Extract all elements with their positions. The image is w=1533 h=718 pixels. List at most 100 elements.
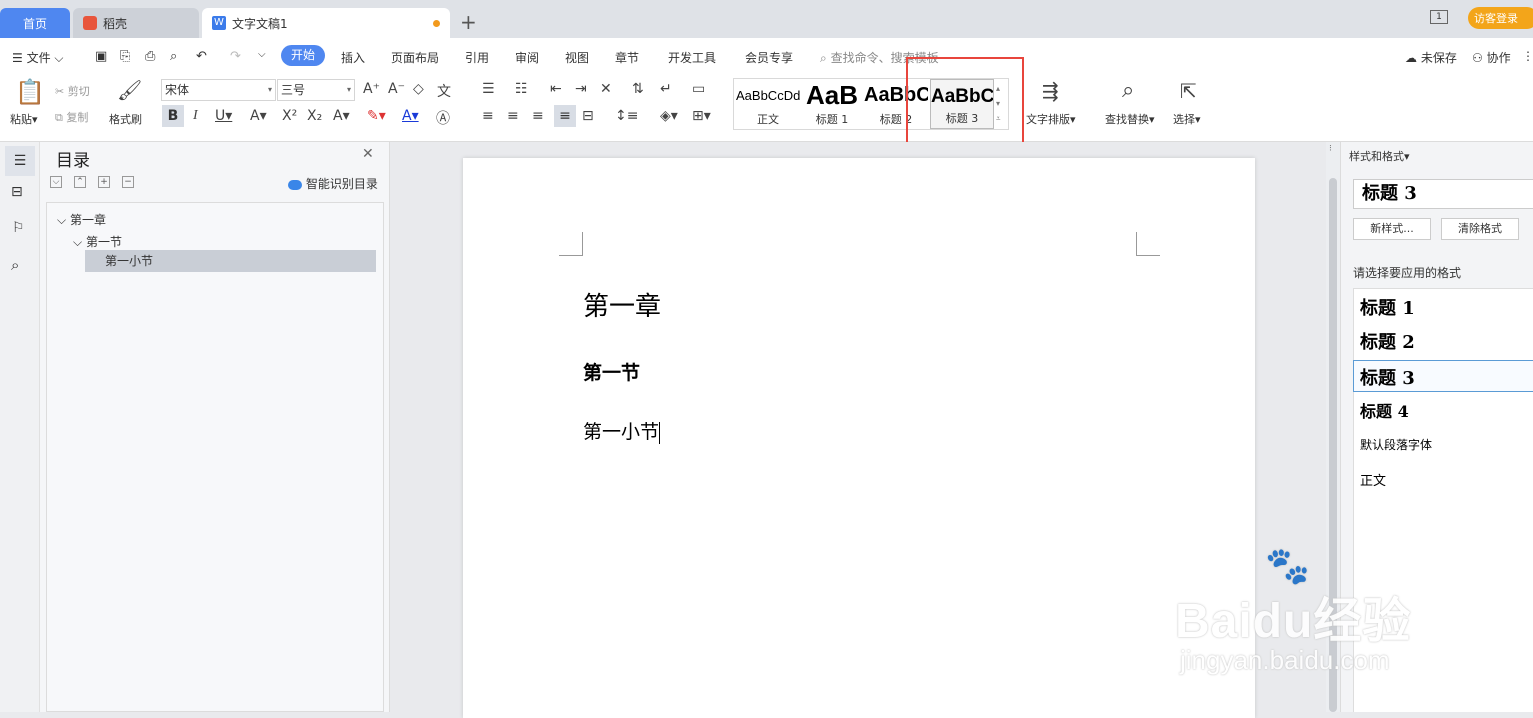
style-heading1[interactable]: AaB 标题 1 bbox=[801, 79, 863, 129]
export-icon[interactable]: ⎘ bbox=[120, 49, 130, 64]
menu-start[interactable]: 开始 bbox=[281, 45, 325, 66]
find-replace-button[interactable]: 查找替换▾ bbox=[1105, 111, 1155, 127]
clear-format-button[interactable]: 清除格式 bbox=[1441, 218, 1519, 240]
doc-heading1[interactable]: 第一章 bbox=[583, 286, 661, 323]
show-marks-icon[interactable]: ↵ bbox=[660, 81, 672, 97]
menu-reference[interactable]: 引用 bbox=[465, 49, 489, 66]
chapter-nav-icon[interactable]: ⊟ bbox=[11, 184, 23, 200]
doc-heading3[interactable]: 第一小节 bbox=[583, 417, 661, 444]
more-icon[interactable]: ⋮ bbox=[1522, 49, 1533, 63]
align-right-icon[interactable]: ≡ bbox=[532, 108, 544, 124]
tab-document[interactable]: W 文字文稿1 bbox=[202, 8, 450, 38]
style-normal[interactable]: AaBbCcDd 正文 bbox=[736, 79, 800, 129]
customize-chevron-icon[interactable]: ⌵ bbox=[258, 49, 266, 60]
distribute-icon[interactable]: ⊟ bbox=[582, 108, 594, 124]
toc-item-subsection[interactable]: 第一小节 bbox=[85, 250, 376, 272]
subscript-icon[interactable]: X₂ bbox=[307, 108, 322, 124]
visitor-login-button[interactable]: 访客登录 bbox=[1468, 7, 1533, 29]
style-list-default-font[interactable]: 默认段落字体 bbox=[1353, 436, 1533, 468]
chinese-layout-icon[interactable]: ✕ bbox=[600, 81, 612, 97]
increase-indent-icon[interactable]: ⇥ bbox=[575, 81, 587, 97]
text-layout-icon[interactable]: ⇶ bbox=[1042, 79, 1059, 103]
clear-format-icon[interactable]: ◇ bbox=[413, 81, 424, 97]
smart-toc-button[interactable]: 智能识别目录 bbox=[288, 175, 378, 192]
text-layout-button[interactable]: 文字排版▾ bbox=[1026, 111, 1076, 127]
font-name-combo[interactable]: 宋体 ▾ bbox=[161, 79, 276, 101]
paste-button[interactable]: 粘贴▾ bbox=[10, 111, 38, 127]
font-color-icon[interactable]: A▾ bbox=[402, 108, 419, 124]
grow-font-icon[interactable]: A⁺ bbox=[363, 81, 380, 97]
unsaved-label: 未保存 bbox=[1420, 51, 1457, 65]
document-page[interactable]: 第一章 第一节 第一小节 bbox=[463, 158, 1255, 718]
style-list-heading1[interactable]: 标题 1 bbox=[1353, 294, 1533, 326]
tab-ruler-icon[interactable]: ▭ bbox=[692, 81, 705, 97]
highlight-icon[interactable]: ✎▾ bbox=[367, 108, 386, 124]
new-style-button[interactable]: 新样式... bbox=[1353, 218, 1431, 240]
cut-button[interactable]: ✂ 剪切 bbox=[55, 83, 90, 99]
underline-icon[interactable]: U▾ bbox=[215, 108, 232, 124]
redo-icon[interactable]: ↷ bbox=[230, 49, 241, 64]
current-style-box[interactable]: 标题 3 bbox=[1353, 179, 1533, 209]
bullet-list-icon[interactable]: ☰ bbox=[482, 81, 495, 97]
style-list-heading2[interactable]: 标题 2 bbox=[1353, 328, 1533, 360]
shading-icon[interactable]: ◈▾ bbox=[660, 108, 678, 124]
paste-icon[interactable]: 📋 bbox=[15, 78, 45, 106]
justify-icon[interactable]: ≡ bbox=[554, 105, 576, 127]
expand-up-icon[interactable]: ⌃ bbox=[74, 176, 86, 188]
shrink-font-icon[interactable]: A⁻ bbox=[388, 81, 405, 97]
close-icon[interactable]: ✕ bbox=[362, 146, 374, 162]
copy-button[interactable]: ⧉ 复制 bbox=[55, 109, 88, 125]
doc-heading2[interactable]: 第一节 bbox=[583, 358, 640, 385]
menu-devtools[interactable]: 开发工具 bbox=[668, 49, 716, 66]
line-spacing-icon[interactable]: ↕≡ bbox=[615, 108, 638, 124]
new-tab-plus-icon[interactable]: + bbox=[460, 10, 477, 34]
superscript-icon[interactable]: X² bbox=[282, 108, 297, 124]
font-size-combo[interactable]: 三号 ▾ bbox=[277, 79, 355, 101]
bold-button[interactable]: B bbox=[162, 105, 184, 127]
text-effect-icon[interactable]: A▾ bbox=[333, 108, 350, 124]
preview-icon[interactable]: ⌕ bbox=[170, 49, 177, 64]
numbered-list-icon[interactable]: ☷ bbox=[515, 81, 528, 97]
save-icon[interactable]: ▣ bbox=[95, 49, 107, 64]
menu-review[interactable]: 审阅 bbox=[515, 49, 539, 66]
borders-icon[interactable]: ⊞▾ bbox=[692, 108, 711, 124]
decrease-indent-icon[interactable]: ⇤ bbox=[550, 81, 562, 97]
toc-item-chapter[interactable]: ⌵ 第一章 bbox=[57, 211, 106, 228]
phonetic-icon[interactable]: 文 bbox=[437, 81, 451, 101]
search-pane-icon[interactable]: ⌕ bbox=[11, 256, 19, 274]
char-border-icon[interactable]: Ⓐ bbox=[436, 108, 450, 128]
style-list-heading3[interactable]: 标题 3 bbox=[1353, 360, 1533, 392]
print-icon[interactable]: ⎙ bbox=[145, 49, 155, 64]
tab-daoke[interactable]: 稻壳 bbox=[73, 8, 199, 38]
styles-pane-title[interactable]: 样式和格式▾ bbox=[1349, 148, 1410, 164]
style-list-heading4[interactable]: 标题 4 bbox=[1353, 398, 1533, 430]
toc-item-section[interactable]: ⌵ 第一节 bbox=[73, 233, 122, 250]
menu-page-layout[interactable]: 页面布局 bbox=[391, 49, 439, 66]
collapse-icon[interactable]: ⌵ bbox=[50, 176, 62, 188]
file-menu[interactable]: ☰ 文件 ⌵ bbox=[12, 49, 64, 66]
add-icon[interactable]: + bbox=[98, 176, 110, 188]
undo-icon[interactable]: ↶ bbox=[196, 49, 207, 64]
style-list-normal[interactable]: 正文 bbox=[1353, 470, 1533, 502]
collab-button[interactable]: ⚇ 协作 bbox=[1472, 49, 1511, 66]
toc-pane-icon[interactable]: ☰ bbox=[5, 146, 35, 176]
sort-icon[interactable]: ⇅ bbox=[632, 81, 644, 97]
strikethrough-icon[interactable]: A▾ bbox=[250, 108, 267, 124]
menu-insert[interactable]: 插入 bbox=[341, 49, 365, 66]
select-cursor-icon[interactable]: ⇱ bbox=[1180, 79, 1197, 103]
remove-icon[interactable]: − bbox=[122, 176, 134, 188]
align-center-icon[interactable]: ≡ bbox=[507, 108, 519, 124]
format-painter-icon[interactable]: 🖌 bbox=[117, 78, 142, 102]
find-replace-icon[interactable]: ⌕ bbox=[1122, 78, 1134, 103]
format-painter-button[interactable]: 格式刷 bbox=[109, 111, 142, 127]
menu-vip[interactable]: 会员专享 bbox=[745, 49, 793, 66]
italic-icon[interactable]: I bbox=[193, 108, 198, 124]
window-count-icon[interactable]: 1 bbox=[1430, 10, 1448, 24]
align-left-icon[interactable]: ≡ bbox=[482, 108, 494, 124]
select-button[interactable]: 选择▾ bbox=[1173, 111, 1201, 127]
unsaved-status[interactable]: ☁ 未保存 bbox=[1405, 49, 1457, 66]
menu-chapter[interactable]: 章节 bbox=[615, 49, 639, 66]
bookmark-icon[interactable]: ⚐ bbox=[12, 220, 25, 236]
tab-home[interactable]: 首页 bbox=[0, 8, 70, 38]
menu-view[interactable]: 视图 bbox=[565, 49, 589, 66]
